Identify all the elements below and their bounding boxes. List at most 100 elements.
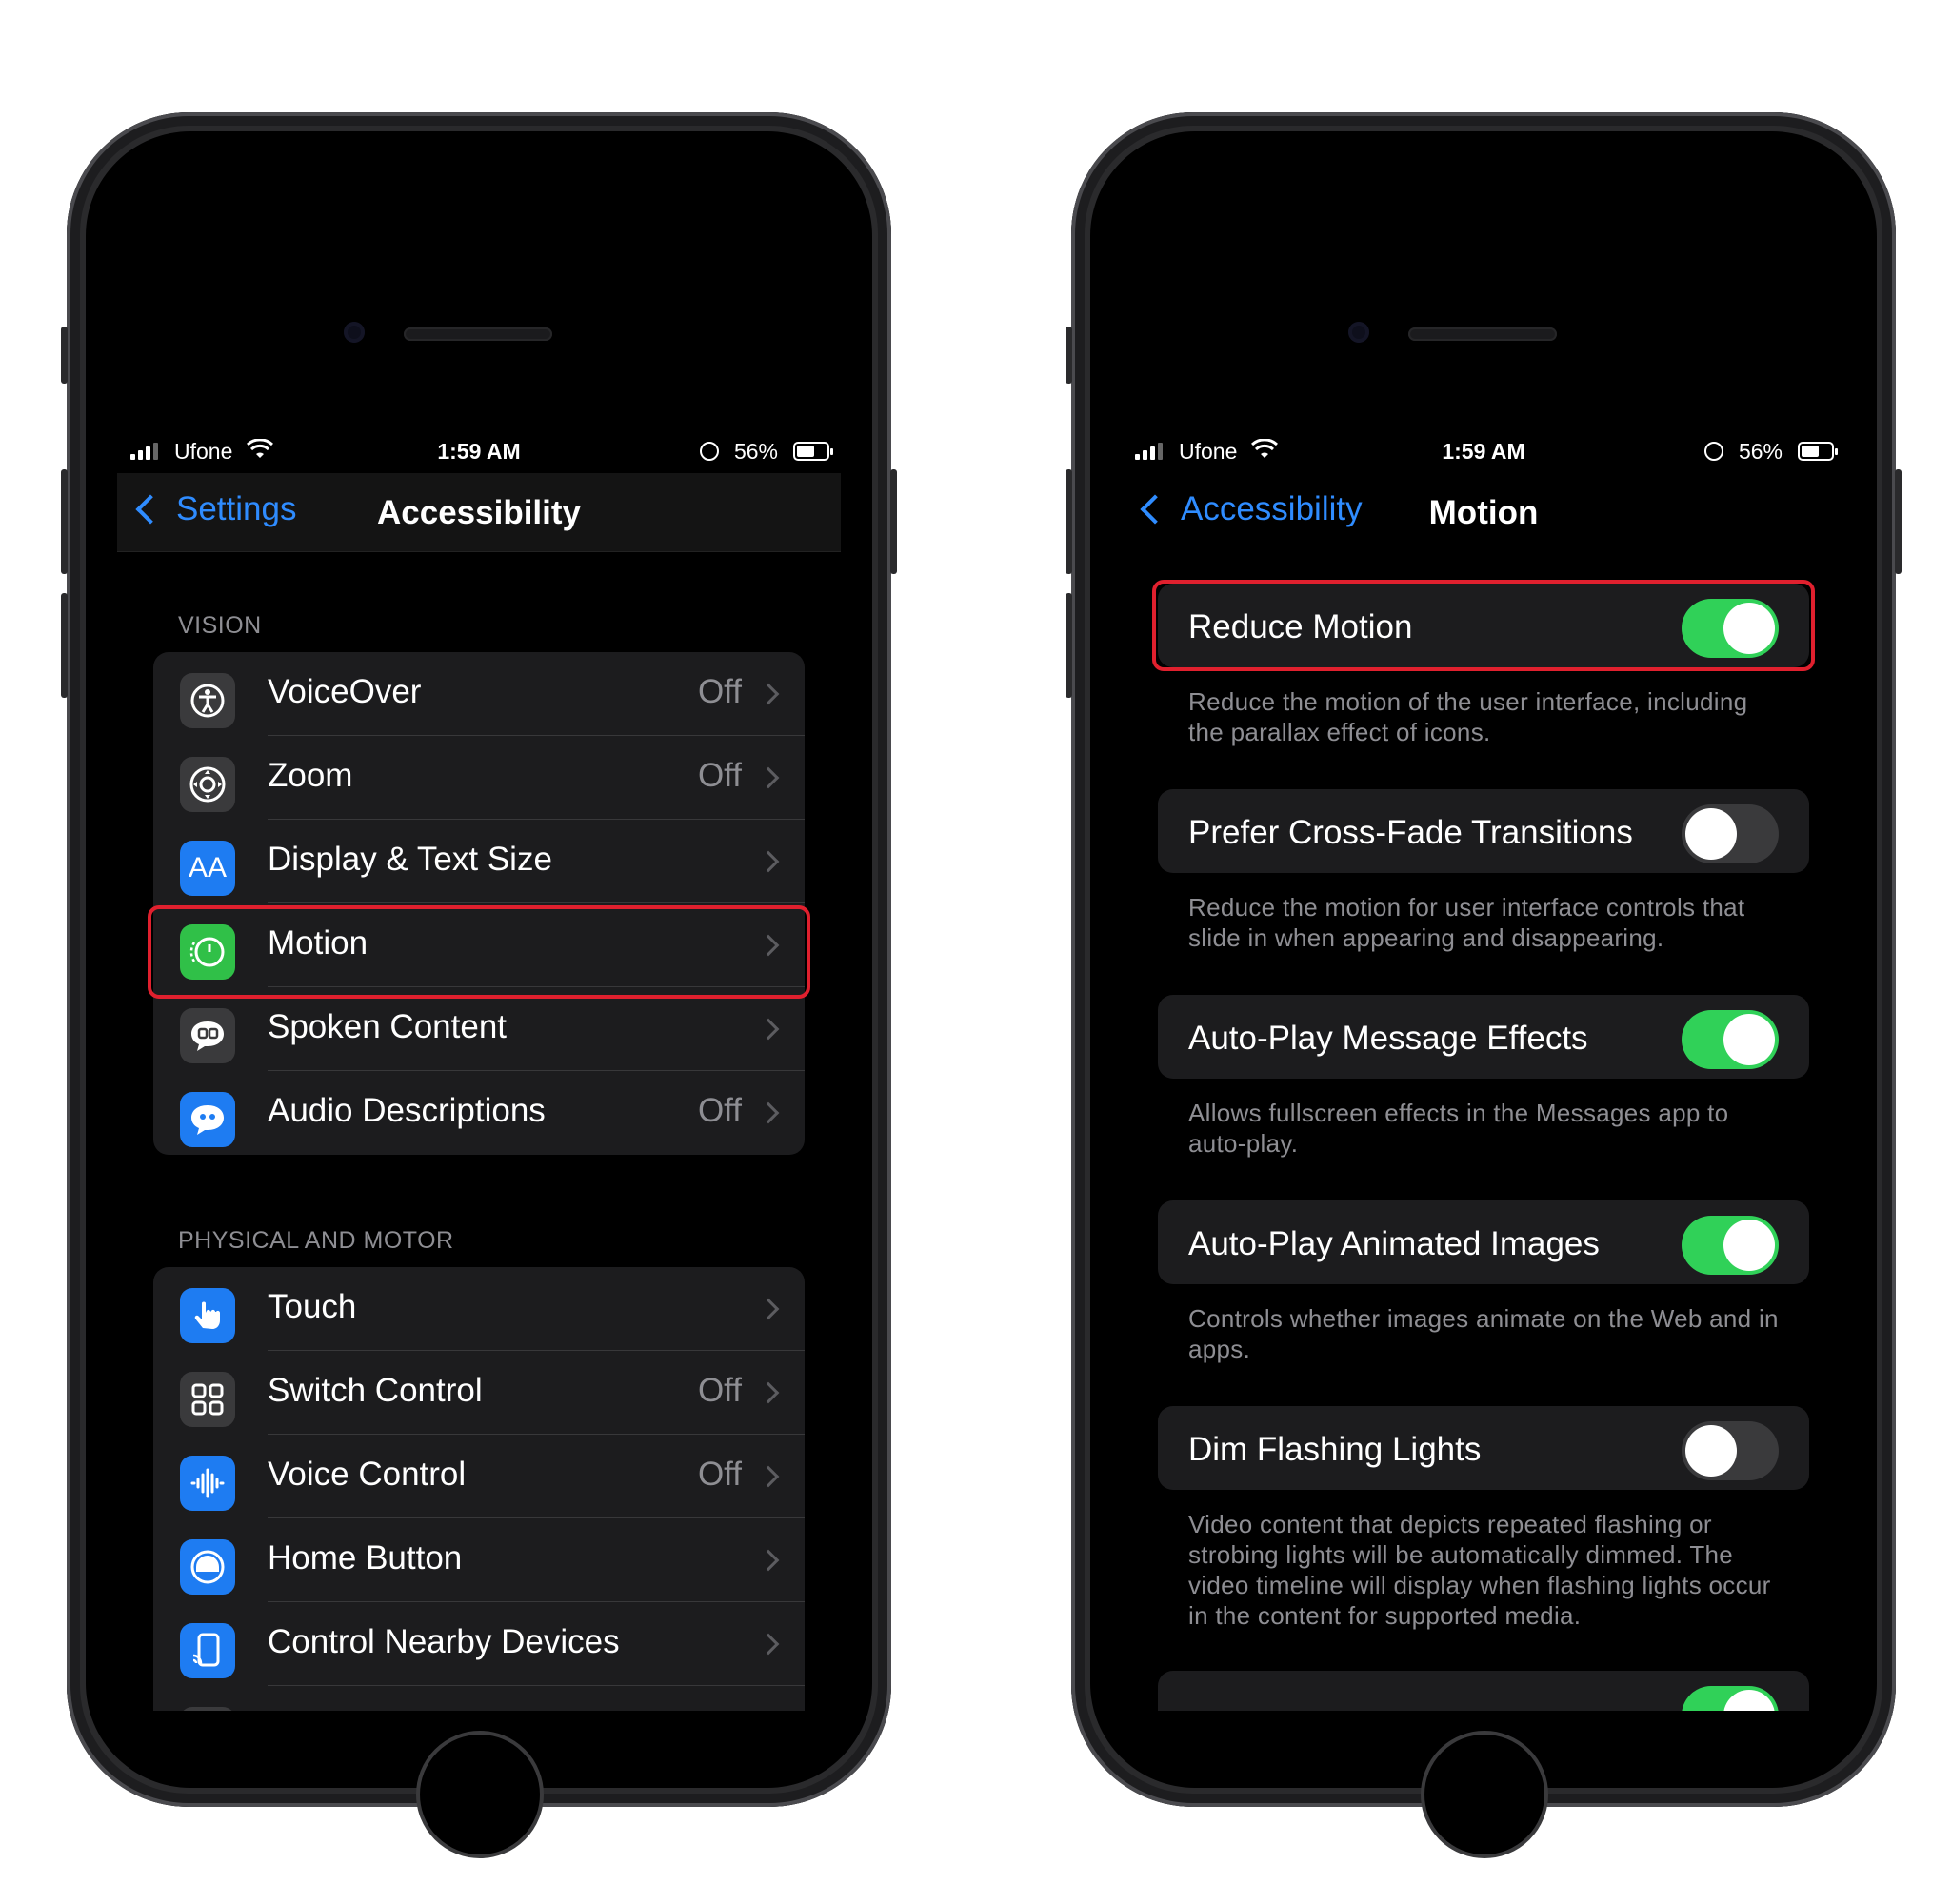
setting-description: Controls whether images animate on the W… xyxy=(1188,1304,1779,1363)
volume-up-button xyxy=(61,469,68,574)
list-item-partial[interactable] xyxy=(153,1686,805,1711)
screen-motion: Ufone 1:59 AM 56% Accessibility Motion R… xyxy=(1122,431,1845,1711)
chevron-right-icon xyxy=(757,766,780,789)
volume-up-button xyxy=(1066,469,1072,574)
setting-label: Prefer Cross-Fade Transitions xyxy=(1188,814,1633,851)
message-effects-toggle[interactable] xyxy=(1682,1010,1779,1069)
list-item-home-button[interactable]: Home Button xyxy=(153,1518,805,1602)
page-title: Accessibility xyxy=(377,494,581,531)
dim-flashing-lights-toggle[interactable] xyxy=(1682,1421,1779,1480)
chevron-right-icon xyxy=(757,1101,780,1124)
list-item-control-nearby-devices[interactable]: Control Nearby Devices xyxy=(153,1602,805,1686)
battery-percentage: 56% xyxy=(733,439,778,464)
status-bar: Ufone 1:59 AM 56% xyxy=(1122,431,1845,473)
setting-description: Reduce the motion of the user interface,… xyxy=(1188,687,1748,746)
section-header-physical-and-motor: PHYSICAL AND MOTOR xyxy=(178,1227,454,1254)
setting-auto-play-animated-images: Auto-Play Animated Images xyxy=(1158,1200,1809,1284)
section-header-vision: VISION xyxy=(178,612,262,639)
status-time: 1:59 AM xyxy=(1442,439,1525,464)
setting-description: Video content that depicts repeated flas… xyxy=(1188,1510,1771,1630)
partial-toggle[interactable] xyxy=(1682,1686,1779,1711)
list-item-label: VoiceOver xyxy=(268,673,422,710)
list-item-label: Control Nearby Devices xyxy=(268,1623,620,1660)
list-item-label: Audio Descriptions xyxy=(268,1092,546,1129)
partial-icon xyxy=(180,1707,235,1711)
chevron-right-icon xyxy=(757,683,780,705)
text-size-icon: AA xyxy=(180,841,235,896)
phone-left: Ufone 1:59 AM 56% Settings Accessibility… xyxy=(61,112,897,1858)
toggle-knob xyxy=(1685,808,1737,860)
battery-icon xyxy=(793,442,833,461)
phone-right: Ufone 1:59 AM 56% Accessibility Motion R… xyxy=(1066,112,1902,1858)
list-item-voiceover[interactable]: VoiceOver Off xyxy=(153,652,805,736)
front-camera xyxy=(1348,322,1369,343)
list-item-zoom[interactable]: Zoom Off xyxy=(153,736,805,820)
list-item-spoken-content[interactable]: Spoken Content xyxy=(153,987,805,1071)
list-item-label: Zoom xyxy=(268,757,353,794)
toggle-knob xyxy=(1723,1220,1775,1271)
motion-highlight-box xyxy=(148,905,810,999)
navigation-bar: Accessibility Motion xyxy=(1122,473,1845,551)
list-item-label: Display & Text Size xyxy=(268,841,552,878)
chevron-right-icon xyxy=(757,1298,780,1320)
page-title: Motion xyxy=(1428,494,1539,531)
hand-icon xyxy=(180,1288,235,1343)
setting-label: Auto-Play Message Effects xyxy=(1188,1020,1588,1057)
earpiece-speaker xyxy=(1408,327,1557,341)
status-time: 1:59 AM xyxy=(437,439,521,464)
setting-description: Reduce the motion for user interface con… xyxy=(1188,893,1745,952)
setting-prefer-cross-fade: Prefer Cross-Fade Transitions xyxy=(1158,789,1809,873)
list-item-switch-control[interactable]: Switch Control Off xyxy=(153,1351,805,1435)
list-item-touch[interactable]: Touch xyxy=(153,1267,805,1351)
chevron-right-icon xyxy=(757,1381,780,1404)
list-item-label: Switch Control xyxy=(268,1372,483,1409)
reduce-motion-highlight-box xyxy=(1152,580,1815,671)
cross-fade-toggle[interactable] xyxy=(1682,804,1779,863)
voiceover-icon xyxy=(180,673,235,728)
list-item-display-text-size[interactable]: AA Display & Text Size xyxy=(153,820,805,903)
home-button[interactable] xyxy=(1421,1731,1548,1858)
waveform-icon xyxy=(180,1456,235,1511)
list-item-value: Off xyxy=(697,1456,742,1493)
volume-down-button xyxy=(61,593,68,698)
side-button xyxy=(1895,469,1902,574)
list-item-label: Touch xyxy=(268,1288,357,1325)
battery-percentage: 56% xyxy=(1738,439,1783,464)
list-item-audio-descriptions[interactable]: Audio Descriptions Off xyxy=(153,1071,805,1155)
zoom-icon xyxy=(180,757,235,812)
audio-description-icon xyxy=(180,1092,235,1147)
speech-bubble-icon xyxy=(180,1008,235,1063)
earpiece-speaker xyxy=(404,327,552,341)
list-item-label: Home Button xyxy=(268,1539,463,1577)
side-button xyxy=(890,469,897,574)
device-icon xyxy=(180,1623,235,1678)
list-item-value: Off xyxy=(697,1092,742,1129)
battery-icon xyxy=(1798,442,1838,461)
chevron-right-icon xyxy=(757,1549,780,1572)
volume-down-button xyxy=(1066,593,1072,698)
grid-icon xyxy=(180,1372,235,1427)
screen-accessibility: Ufone 1:59 AM 56% Settings Accessibility… xyxy=(117,431,841,1711)
toggle-knob xyxy=(1723,1014,1775,1065)
silent-switch xyxy=(1066,327,1072,384)
chevron-right-icon xyxy=(757,1633,780,1656)
list-item-voice-control[interactable]: Voice Control Off xyxy=(153,1435,805,1518)
list-item-value: Off xyxy=(697,673,742,710)
physical-motor-list: Touch Switch Control Off Voice Control O… xyxy=(153,1267,805,1711)
setting-auto-play-message-effects: Auto-Play Message Effects xyxy=(1158,995,1809,1079)
chevron-right-icon xyxy=(757,1018,780,1041)
list-item-label: Voice Control xyxy=(268,1456,467,1493)
navigation-bar: Settings Accessibility xyxy=(117,473,841,552)
animated-images-toggle[interactable] xyxy=(1682,1216,1779,1275)
setting-label: Dim Flashing Lights xyxy=(1188,1431,1482,1468)
status-bar: Ufone 1:59 AM 56% xyxy=(117,431,841,473)
vision-list: VoiceOver Off Zoom Off AA Display & Text… xyxy=(153,652,805,1155)
chevron-right-icon xyxy=(757,1465,780,1488)
chevron-right-icon xyxy=(757,850,780,873)
home-button[interactable] xyxy=(416,1731,544,1858)
list-item-value: Off xyxy=(697,1372,742,1409)
setting-dim-flashing-lights: Dim Flashing Lights xyxy=(1158,1406,1809,1490)
list-item-label: Spoken Content xyxy=(268,1008,508,1045)
rotation-lock-icon xyxy=(1704,442,1723,461)
setting-label: Auto-Play Animated Images xyxy=(1188,1225,1600,1262)
